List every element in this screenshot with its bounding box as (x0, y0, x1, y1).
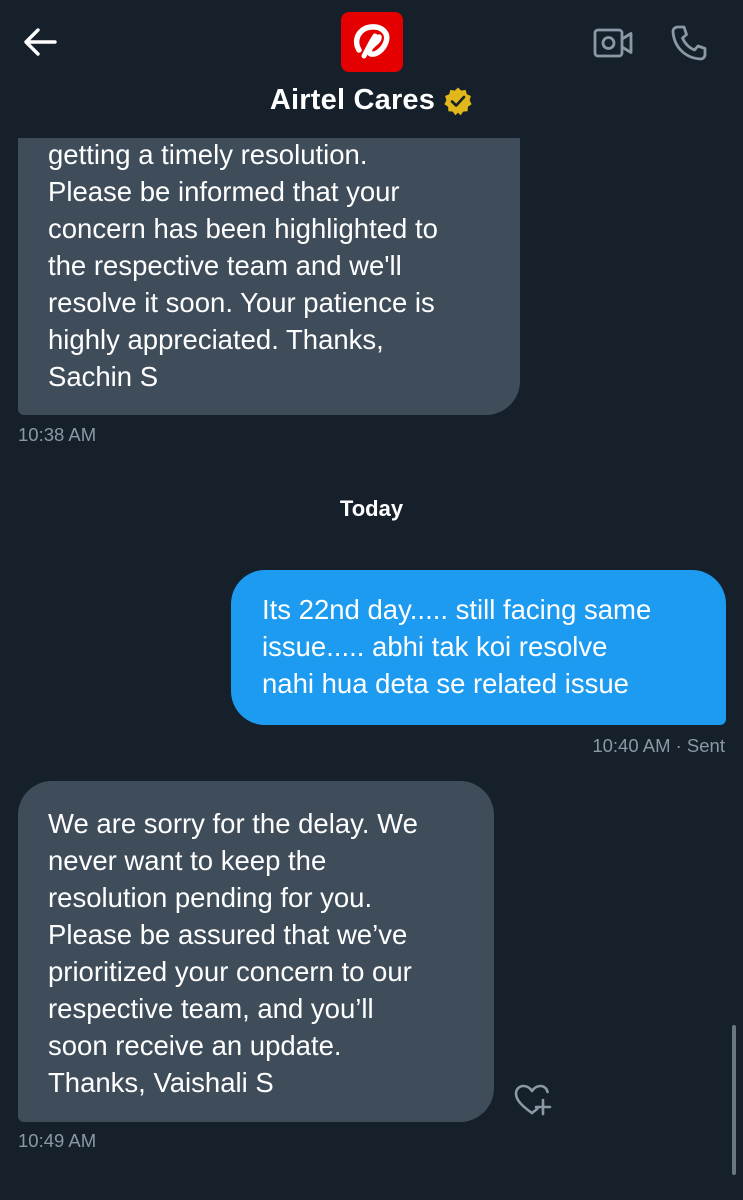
message-text-line: Please be assured that we’ve (48, 919, 408, 950)
airtel-logo-icon[interactable] (341, 12, 403, 72)
message-text-line: getting a timely resolution. (48, 139, 368, 170)
scrollbar[interactable] (732, 1025, 736, 1175)
message-timestamp: 10:38 AM (18, 424, 97, 445)
date-separator: Today (339, 496, 404, 521)
message-bubble-received[interactable]: getting a timely resolution. Please be i… (18, 100, 520, 415)
message-text-line: soon receive an update. (48, 1030, 342, 1061)
message-bubble-received[interactable]: We are sorry for the delay. We never wan… (18, 781, 494, 1122)
message-text-line: resolve it soon. Your patience is (48, 287, 435, 318)
message-text-line: nahi hua deta se related issue (262, 668, 629, 699)
heart-plus-icon[interactable] (510, 1080, 554, 1120)
message-bubble-sent[interactable]: Its 22nd day..... still facing same issu… (231, 570, 726, 725)
conversation-header: Airtel Cares (0, 0, 743, 138)
message-text-line: highly appreciated. Thanks, (48, 324, 384, 355)
message-text-line: Sachin S (48, 361, 159, 392)
message-text-line: never want to keep the (48, 845, 327, 876)
video-call-icon[interactable] (590, 20, 636, 66)
message-text-line: concern has been highlighted to (48, 213, 438, 244)
message-text-line: issue..... abhi tak koi resolve (262, 631, 608, 662)
message-text-line: Thanks, Vaishali S (48, 1067, 274, 1098)
message-text-line: resolution pending for you. (48, 882, 373, 913)
verified-badge-icon (443, 86, 473, 116)
arrow-left-icon[interactable] (18, 22, 62, 62)
message-timestamp: 10:49 AM (18, 1130, 97, 1151)
contact-name: Airtel Cares (269, 84, 436, 116)
message-text-line: Please be informed that your (48, 176, 400, 207)
message-text-line: We are sorry for the delay. We (48, 808, 418, 839)
message-text-line: prioritized your concern to our (48, 956, 412, 987)
contact-name-row[interactable]: Airtel Cares (0, 84, 743, 117)
phone-call-icon[interactable] (666, 20, 712, 66)
message-text-line: the respective team and we'll (48, 250, 402, 281)
message-text-line: Its 22nd day..... still facing same (262, 594, 652, 625)
message-text-line: respective team, and you’ll (48, 993, 374, 1024)
message-timestamp-sent-status: 10:40 AM · Sent (592, 735, 725, 756)
